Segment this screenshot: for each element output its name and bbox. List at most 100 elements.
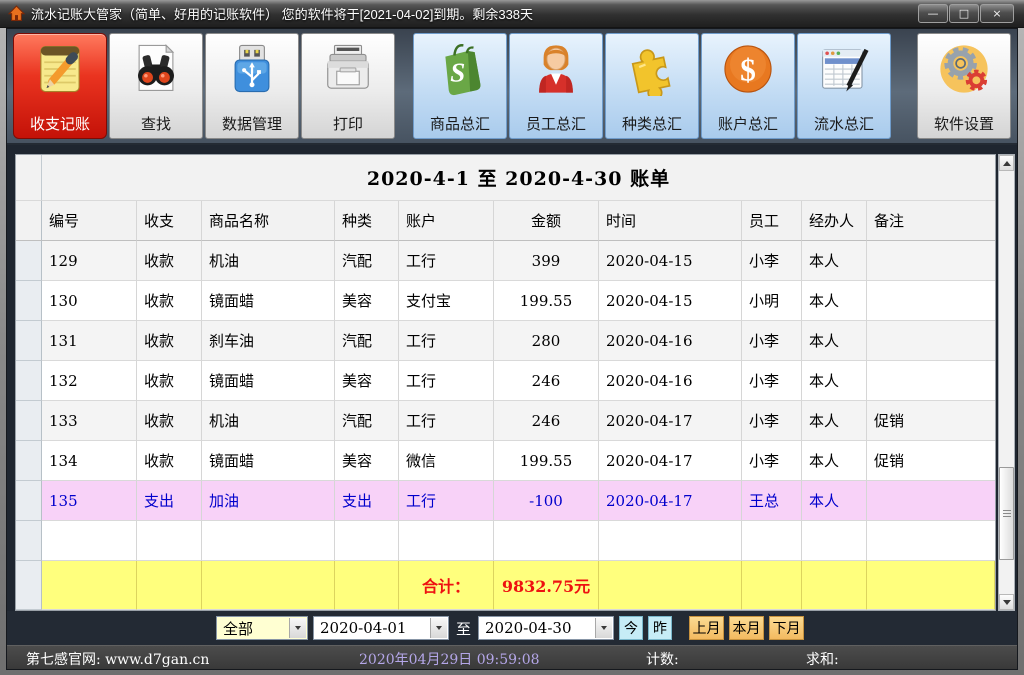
empty-cell <box>599 521 742 561</box>
toolbar-button-transaction-summary[interactable]: 流水总汇 <box>797 33 891 139</box>
scroll-up-button[interactable] <box>999 155 1014 171</box>
column-header-type[interactable]: 收支 <box>137 201 202 241</box>
toolbar-button-settings[interactable]: 软件设置 <box>917 33 1011 139</box>
empty-cell <box>42 521 137 561</box>
toolbar-button-employee-summary[interactable]: 员工总汇 <box>509 33 603 139</box>
column-header-id[interactable]: 编号 <box>42 201 137 241</box>
scope-select[interactable]: 全部 <box>216 616 308 640</box>
toolbar-button-search[interactable]: 查找 <box>109 33 203 139</box>
row-selector[interactable] <box>16 321 42 361</box>
row-selector[interactable] <box>16 361 42 401</box>
cell-type: 收款 <box>137 281 202 321</box>
this-month-button[interactable]: 本月 <box>729 616 764 640</box>
table-title-row: 2020-4-1 至 2020-4-30 账单 <box>16 155 995 201</box>
table-row[interactable]: 132 收款 镜面蜡 美容 工行 246 2020-04-16 小李 本人 <box>16 361 995 401</box>
toolbar-button-label: 员工总汇 <box>526 115 586 133</box>
row-selector-header[interactable] <box>16 201 42 241</box>
row-selector-header[interactable] <box>16 155 42 201</box>
total-label: 合计： <box>399 561 494 610</box>
cell-handler: 本人 <box>802 281 867 321</box>
row-selector[interactable] <box>16 521 42 561</box>
yesterday-button[interactable]: 昨 <box>648 616 672 640</box>
cell-note: 促销 <box>867 401 995 441</box>
toolbar-button-label: 账户总汇 <box>718 115 778 133</box>
toolbar-button-income-expense[interactable]: 收支记账 <box>13 33 107 139</box>
table-row[interactable]: 133 收款 机油 汽配 工行 246 2020-04-17 小李 本人 促销 <box>16 401 995 441</box>
empty-cell <box>494 521 599 561</box>
shopping-bag-icon: S <box>432 41 488 97</box>
toolbar-button-category-summary[interactable]: 种类总汇 <box>605 33 699 139</box>
scrollbar-thumb[interactable] <box>999 467 1014 560</box>
cell-employee: 小李 <box>742 241 802 281</box>
row-selector[interactable] <box>16 241 42 281</box>
toolbar-button-label: 商品总汇 <box>430 115 490 133</box>
vertical-scrollbar[interactable] <box>998 154 1015 611</box>
toolbar-button-data-management[interactable]: 数据管理 <box>205 33 299 139</box>
triangle-down-icon <box>1003 600 1011 605</box>
chevron-down-icon[interactable] <box>289 618 306 638</box>
cell-product: 镜面蜡 <box>202 441 335 481</box>
row-selector[interactable] <box>16 441 42 481</box>
cell-handler: 本人 <box>802 321 867 361</box>
column-header-account[interactable]: 账户 <box>399 201 494 241</box>
toolbar-gap <box>397 33 411 139</box>
today-button[interactable]: 今 <box>619 616 643 640</box>
column-header-product[interactable]: 商品名称 <box>202 201 335 241</box>
cell-amount: -100 <box>494 481 599 521</box>
column-header-date[interactable]: 时间 <box>599 201 742 241</box>
cell-category: 美容 <box>335 441 399 481</box>
chevron-down-icon[interactable] <box>595 618 612 638</box>
cell-date: 2020-04-16 <box>599 361 742 401</box>
printer-icon <box>320 41 376 97</box>
cell-category: 汽配 <box>335 241 399 281</box>
svg-text:$: $ <box>740 52 756 87</box>
sum-label: 求和: <box>806 649 839 669</box>
table-row[interactable]: 129 收款 机油 汽配 工行 399 2020-04-15 小李 本人 <box>16 241 995 281</box>
cell-product: 镜面蜡 <box>202 281 335 321</box>
prev-month-button[interactable]: 上月 <box>689 616 724 640</box>
scrollbar-track[interactable] <box>999 171 1014 594</box>
triangle-up-icon <box>1003 161 1011 166</box>
total-empty-cell <box>137 561 202 610</box>
cell-account: 工行 <box>399 361 494 401</box>
row-selector[interactable] <box>16 481 42 521</box>
cell-id: 131 <box>42 321 137 361</box>
close-button[interactable]: × <box>980 4 1014 23</box>
date-to-select[interactable]: 2020-04-30 <box>478 616 614 640</box>
row-selector[interactable] <box>16 561 42 610</box>
column-header-amount[interactable]: 金额 <box>494 201 599 241</box>
table-row[interactable]: 130 收款 镜面蜡 美容 支付宝 199.55 2020-04-15 小明 本… <box>16 281 995 321</box>
maximize-button[interactable]: □ <box>949 4 979 23</box>
date-from-select[interactable]: 2020-04-01 <box>313 616 449 640</box>
scroll-down-button[interactable] <box>999 594 1014 610</box>
grip-icon <box>1003 510 1011 517</box>
cell-type: 支出 <box>137 481 202 521</box>
toolbar-button-print[interactable]: 打印 <box>301 33 395 139</box>
cell-date: 2020-04-16 <box>599 321 742 361</box>
table-header-row: 编号 收支 商品名称 种类 账户 金额 时间 员工 经办人 备注 <box>16 201 995 241</box>
table-row[interactable]: 135 支出 加油 支出 工行 -100 2020-04-17 王总 本人 <box>16 481 995 521</box>
table-row[interactable]: 131 收款 刹车油 汽配 工行 280 2020-04-16 小李 本人 <box>16 321 995 361</box>
column-header-employee[interactable]: 员工 <box>742 201 802 241</box>
column-header-handler[interactable]: 经办人 <box>802 201 867 241</box>
gears-icon <box>936 41 992 97</box>
row-selector[interactable] <box>16 401 42 441</box>
row-selector[interactable] <box>16 281 42 321</box>
chevron-down-icon[interactable] <box>430 618 447 638</box>
cell-handler: 本人 <box>802 361 867 401</box>
datetime-label: 2020年04月29日 09:59:08 <box>359 649 540 669</box>
table-row[interactable]: 134 收款 镜面蜡 美容 微信 199.55 2020-04-17 小李 本人… <box>16 441 995 481</box>
cell-amount: 199.55 <box>494 441 599 481</box>
app-window: 流水记账大管家（简单、好用的记账软件） 您的软件将于[2021-04-02]到期… <box>0 0 1024 675</box>
column-header-category[interactable]: 种类 <box>335 201 399 241</box>
toolbar-button-product-summary[interactable]: S 商品总汇 <box>413 33 507 139</box>
column-header-note[interactable]: 备注 <box>867 201 995 241</box>
cell-type: 收款 <box>137 441 202 481</box>
toolbar-button-account-summary[interactable]: $ 账户总汇 <box>701 33 795 139</box>
empty-cell <box>802 521 867 561</box>
cell-category: 支出 <box>335 481 399 521</box>
cell-category: 汽配 <box>335 321 399 361</box>
next-month-button[interactable]: 下月 <box>769 616 804 640</box>
cell-note <box>867 281 995 321</box>
minimize-button[interactable]: — <box>918 4 948 23</box>
